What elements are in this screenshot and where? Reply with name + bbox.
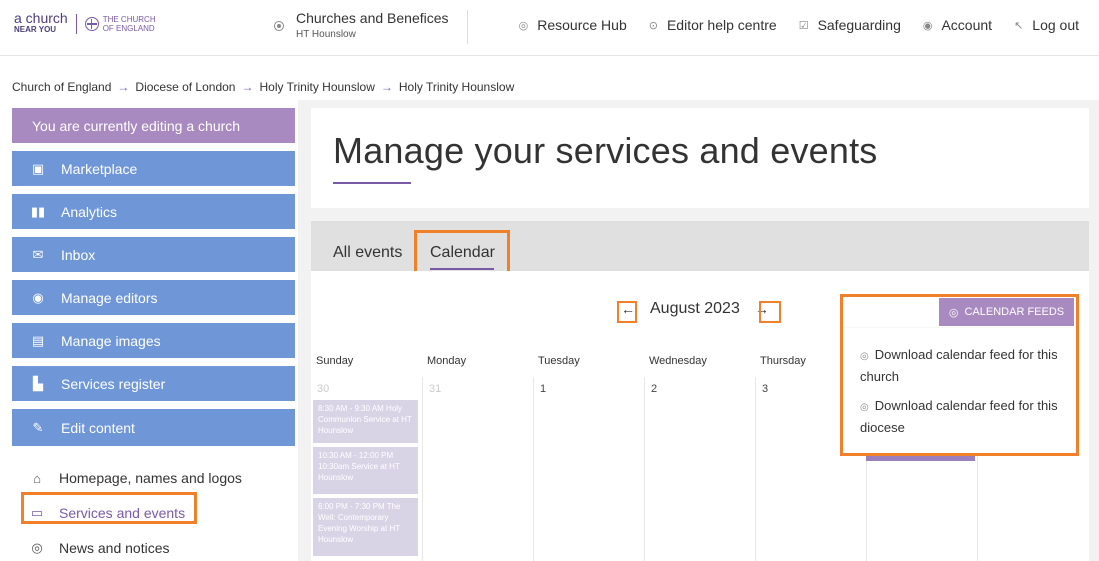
nav-account[interactable]: ◉ Account: [923, 17, 992, 33]
nav-resource-hub[interactable]: ◎ Resource Hub: [519, 17, 627, 33]
feed-icon: ◎: [518, 19, 529, 32]
title-underline: [333, 182, 411, 184]
breadcrumb-item[interactable]: Diocese of London: [135, 80, 235, 94]
acny-logo: a church NEAR YOU: [14, 11, 68, 36]
sidebar-services-register[interactable]: ▙ Services register: [12, 366, 295, 401]
top-nav: ◎ Resource Hub ⊙ Editor help centre ☑ Safeg…: [519, 17, 1079, 33]
sidebar-manage-editors[interactable]: ◉ Manage editors: [12, 280, 295, 315]
day-cell[interactable]: 31: [422, 377, 533, 561]
sidebar-label: Inbox: [61, 246, 96, 263]
breadcrumb: Church of England → Diocese of London → …: [12, 80, 514, 94]
pencil-icon: ✎: [32, 419, 44, 435]
home-icon: ⌂: [33, 470, 41, 486]
document-icon: ▙: [33, 375, 43, 391]
day-cell[interactable]: 2: [644, 377, 755, 561]
user-icon: ◉: [922, 19, 933, 32]
sidebar-label: Services register: [61, 375, 166, 392]
sidebar-label: Analytics: [61, 203, 118, 220]
day-cell[interactable]: 30 8:30 AM - 9:30 AM Holy Communion Serv…: [311, 377, 422, 561]
nav-label: Editor help centre: [666, 17, 777, 33]
calendar-event[interactable]: 8:30 AM - 9:30 AM Holy Communion Service…: [313, 400, 418, 443]
logo-divider: [75, 14, 77, 34]
top-bar: a church NEAR YOU THE CHURCH OF ENGLAND …: [0, 0, 1099, 56]
submenu-homepage[interactable]: ⌂ Homepage, names and logos: [12, 466, 295, 490]
arrow-right-icon: →: [380, 80, 393, 94]
breadcrumb-item[interactable]: Church of England: [12, 80, 111, 94]
arrow-right-icon: →: [241, 80, 254, 94]
month-nav: ← August 2023 →: [618, 299, 772, 319]
nav-editor-help[interactable]: ⊙ Editor help centre: [649, 17, 777, 33]
calendar-event[interactable]: 10:30 AM - 12:00 PM 10:30am Service at H…: [313, 447, 418, 494]
sidebar-label: Marketplace: [61, 160, 138, 177]
nav-label: Safeguarding: [817, 17, 901, 33]
site-logo[interactable]: a church NEAR YOU THE CHURCH OF ENGLAND: [14, 11, 156, 36]
day-number: 3: [762, 383, 769, 395]
arrow-right-icon: →: [117, 80, 130, 94]
sidebar-label: Manage editors: [61, 289, 158, 306]
check-square-icon: ☑: [798, 19, 809, 32]
calendar-event[interactable]: 6:00 PM - 7:30 PM The Well: Contemporary…: [313, 498, 418, 556]
nav-log-out[interactable]: ↖ Log out: [1014, 17, 1079, 33]
submenu-news-notices[interactable]: ◎ News and notices: [12, 536, 295, 560]
month-label: August 2023: [650, 300, 740, 317]
highlight-next-month: [759, 301, 781, 323]
logout-icon: ↖: [1014, 19, 1024, 32]
day-header: Thursday: [760, 355, 806, 367]
sidebar-edit-content[interactable]: ✎ Edit content: [12, 409, 295, 446]
tab-all-events[interactable]: All events: [333, 244, 402, 262]
editing-banner: You are currently editing a church: [12, 108, 295, 143]
day-number: 31: [429, 383, 442, 395]
coe-cross-icon: [84, 17, 99, 31]
feed-icon: ◎: [31, 540, 43, 555]
page-title: Manage your services and events: [333, 130, 878, 171]
location-icon: [274, 21, 284, 31]
sidebar-label: Edit content: [61, 419, 135, 436]
church-selector-subtitle: HT Hounslow: [296, 29, 356, 40]
coe-line1: THE CHURCH: [102, 15, 156, 24]
header-divider: [467, 10, 468, 44]
nav-safeguarding[interactable]: ☑ Safeguarding: [799, 17, 901, 33]
day-header: Monday: [427, 355, 467, 367]
bar-chart-icon: ▮▮: [30, 203, 46, 219]
nav-label: Resource Hub: [537, 17, 627, 33]
breadcrumb-item[interactable]: Holy Trinity Hounslow: [259, 80, 374, 94]
church-selector-title: Churches and Benefices: [296, 10, 449, 26]
day-number: 30: [317, 383, 330, 395]
sidebar-marketplace[interactable]: ▣ Marketplace: [12, 151, 295, 186]
coe-line2: OF ENGLAND: [102, 24, 155, 33]
nav-label: Account: [941, 17, 993, 33]
sidebar-label: Manage images: [61, 332, 161, 349]
highlight-calendar-feeds: [840, 294, 1079, 456]
day-header: Sunday: [316, 355, 354, 367]
image-icon: ▤: [31, 332, 45, 348]
sidebar-analytics[interactable]: ▮▮ Analytics: [12, 194, 295, 229]
church-selector[interactable]: Churches and Benefices HT Hounslow: [274, 10, 449, 40]
day-header: Wednesday: [649, 355, 707, 367]
highlight-services-events: [21, 492, 197, 524]
envelope-icon: ✉: [32, 246, 44, 262]
breadcrumb-item: Holy Trinity Hounslow: [398, 80, 515, 94]
sidebar-manage-images[interactable]: ▤ Manage images: [12, 323, 295, 358]
submenu-label: News and notices: [59, 540, 170, 556]
nav-label: Log out: [1032, 17, 1079, 33]
day-number: 2: [651, 383, 658, 395]
highlight-prev-month: [617, 301, 637, 323]
day-header: Tuesday: [538, 355, 580, 367]
coe-logo: THE CHURCH OF ENGLAND: [84, 15, 156, 33]
day-cell[interactable]: 1: [533, 377, 644, 561]
sidebar-inbox[interactable]: ✉ Inbox: [12, 237, 295, 272]
basket-icon: ▣: [31, 160, 45, 176]
user-circle-icon: ◉: [32, 289, 44, 305]
day-number: 1: [540, 383, 547, 395]
submenu-label: Homepage, names and logos: [59, 470, 242, 486]
help-icon: ⊙: [648, 19, 658, 32]
tab-label: All events: [333, 244, 403, 261]
title-card: Manage your services and events: [311, 108, 1089, 208]
